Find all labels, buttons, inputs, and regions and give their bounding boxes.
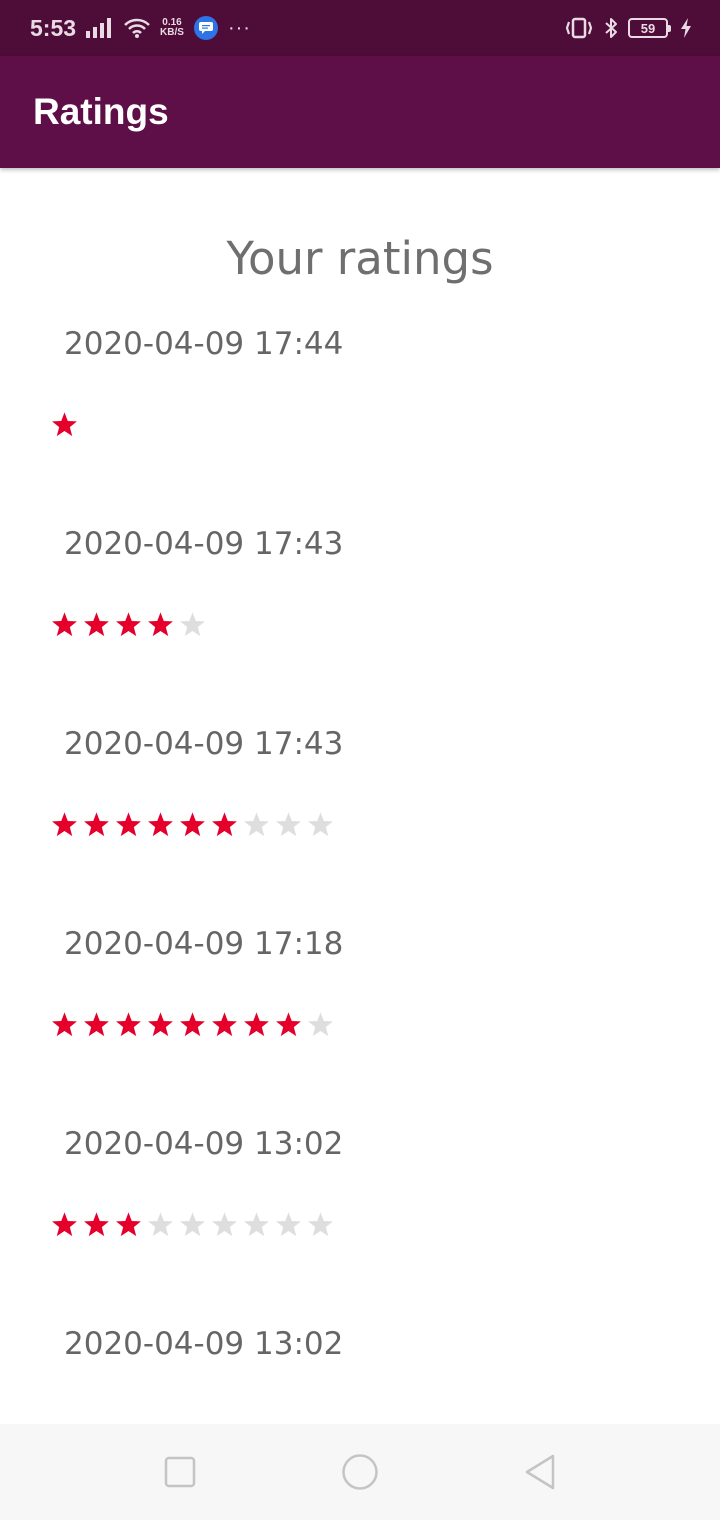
navigation-bar [0,1424,720,1520]
net-speed: 0.16 KB/S [160,18,184,38]
rating-date: 2020-04-09 13:02 [64,1326,344,1362]
star-filled-icon [48,1208,80,1240]
star-rating [48,1008,336,1040]
back-triangle-icon[interactable] [520,1452,560,1492]
wifi-icon [124,18,150,38]
star-filled-icon [240,1008,272,1040]
recents-square-icon[interactable] [160,1452,200,1492]
star-filled-icon [144,1008,176,1040]
star-empty-icon [240,1208,272,1240]
star-filled-icon [48,1008,80,1040]
battery-level: 59 [640,20,656,36]
star-filled-icon [48,608,80,640]
status-bar: 5:53 0.16 KB/S ··· 59 [0,0,720,56]
star-empty-icon [176,1208,208,1240]
star-filled-icon [208,808,240,840]
star-filled-icon [80,1008,112,1040]
rating-date: 2020-04-09 17:43 [64,726,344,762]
ratings-list[interactable]: 2020-04-09 17:44 2020-04-09 17:43 2020-04-… [0,318,720,1518]
battery-icon: 59 [628,18,671,38]
ratings-heading: Your ratings [226,232,494,285]
star-filled-icon [144,808,176,840]
star-filled-icon [208,1008,240,1040]
star-filled-icon [112,808,144,840]
bluetooth-icon [604,17,618,39]
net-speed-unit: KB/S [160,27,184,38]
messages-icon [193,16,218,40]
charging-icon [680,18,692,38]
status-bar-left: 5:53 0.16 KB/S ··· [30,15,251,42]
rating-item[interactable]: 2020-04-09 17:44 [0,318,720,518]
star-filled-icon [112,608,144,640]
star-rating [48,608,208,640]
status-time: 5:53 [30,14,77,41]
more-notifications: ··· [227,16,251,39]
star-rating [48,408,80,440]
star-empty-icon [304,1208,336,1240]
status-bar-right: 59 [564,17,692,39]
star-empty-icon [144,1208,176,1240]
rating-date: 2020-04-09 17:44 [64,326,344,362]
star-filled-icon [176,1008,208,1040]
rating-item[interactable]: 2020-04-09 13:02 [0,1118,720,1318]
rating-date: 2020-04-09 17:18 [64,926,344,962]
rating-item[interactable]: 2020-04-09 17:43 [0,518,720,718]
star-filled-icon [112,1208,144,1240]
vibrate-icon [564,17,594,39]
star-filled-icon [80,808,112,840]
app-bar: Ratings [0,56,720,168]
star-empty-icon [208,1208,240,1240]
star-filled-icon [48,408,80,440]
star-filled-icon [112,1008,144,1040]
star-filled-icon [80,1208,112,1240]
star-empty-icon [304,808,336,840]
star-filled-icon [144,608,176,640]
star-empty-icon [240,808,272,840]
star-empty-icon [304,1008,336,1040]
rating-item[interactable]: 2020-04-09 17:43 [0,718,720,918]
rating-item[interactable]: 2020-04-09 17:18 [0,918,720,1118]
star-empty-icon [272,1208,304,1240]
page-title: Ratings [33,91,169,132]
star-filled-icon [272,1008,304,1040]
signal-icon [86,18,114,38]
star-rating [48,1208,336,1240]
home-circle-icon[interactable] [340,1452,380,1492]
star-filled-icon [80,608,112,640]
star-empty-icon [272,808,304,840]
rating-date: 2020-04-09 13:02 [64,1126,344,1162]
rating-date: 2020-04-09 17:43 [64,526,344,562]
star-empty-icon [176,608,208,640]
star-filled-icon [176,808,208,840]
star-rating [48,808,336,840]
star-filled-icon [48,808,80,840]
